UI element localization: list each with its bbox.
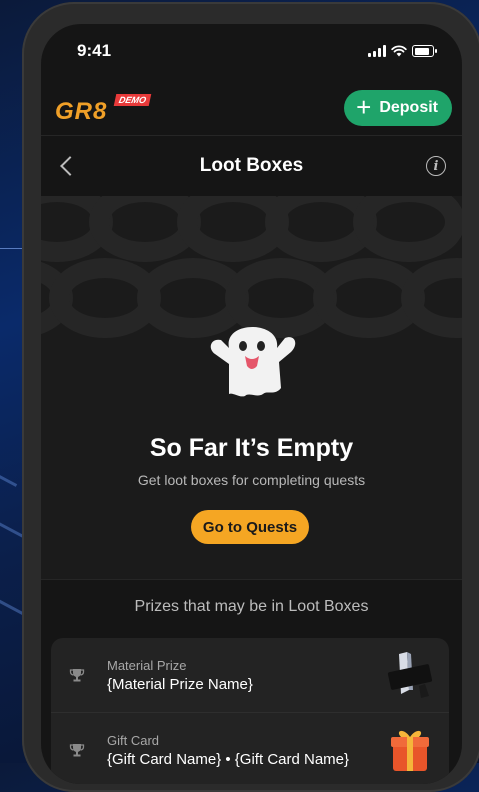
prize-text: Material Prize {Material Prize Name} (107, 658, 385, 693)
status-time: 9:41 (77, 41, 112, 60)
page-title: Loot Boxes (199, 155, 304, 176)
prize-category: Material Prize (107, 657, 187, 673)
app-screen: 9:41 GR8 DEMO + Deposit Loot Boxes i So … (41, 24, 462, 784)
status-icons (368, 45, 437, 57)
top-header: GR8 DEMO + Deposit (41, 80, 462, 136)
status-bar: 9:41 (41, 24, 462, 74)
prize-list: Material Prize {Material Prize Name} Gif… (51, 638, 449, 784)
prize-name: {Gift Card Name} • {Gift Card Name} (107, 750, 350, 768)
background-streak (0, 456, 18, 487)
demo-badge: DEMO (113, 93, 152, 106)
prize-category: Gift Card (107, 732, 160, 748)
empty-subtitle: Get loot boxes for completing quests (137, 472, 366, 488)
back-chevron-icon[interactable] (60, 156, 80, 176)
wifi-icon (391, 45, 407, 57)
trophy-icon (69, 744, 85, 757)
plus-icon: + (356, 91, 372, 122)
battery-icon (412, 45, 437, 57)
playstation-5-icon (387, 652, 433, 698)
prize-text: Gift Card {Gift Card Name} • {Gift Card … (107, 733, 385, 768)
deposit-button[interactable]: + Deposit (344, 89, 452, 126)
background-line (0, 248, 22, 249)
empty-state-section: So Far It’s Empty Get loot boxes for com… (41, 196, 462, 580)
info-icon[interactable]: i (425, 156, 446, 176)
prize-item-gift-card[interactable]: Gift Card {Gift Card Name} • {Gift Card … (51, 713, 449, 784)
phone-frame: 9:41 GR8 DEMO + Deposit Loot Boxes i So … (22, 2, 479, 792)
deposit-label: Deposit (379, 98, 438, 116)
go-to-quests-button[interactable]: Go to Quests (191, 510, 309, 544)
ghost-icon (201, 308, 305, 400)
prize-name: {Material Prize Name} (107, 675, 253, 693)
decor-ring (353, 196, 462, 262)
prizes-heading: Prizes that may be in Loot Boxes (134, 598, 369, 615)
prize-item-material[interactable]: Material Prize {Material Prize Name} (51, 638, 449, 713)
brand-logo[interactable]: GR8 DEMO (55, 88, 165, 128)
signal-icon (368, 45, 386, 57)
gift-box-icon (391, 730, 429, 771)
logo-text: GR8 (55, 97, 108, 125)
nav-bar: Loot Boxes i (41, 137, 462, 195)
trophy-icon (69, 669, 85, 682)
empty-title: So Far It’s Empty (149, 434, 354, 462)
